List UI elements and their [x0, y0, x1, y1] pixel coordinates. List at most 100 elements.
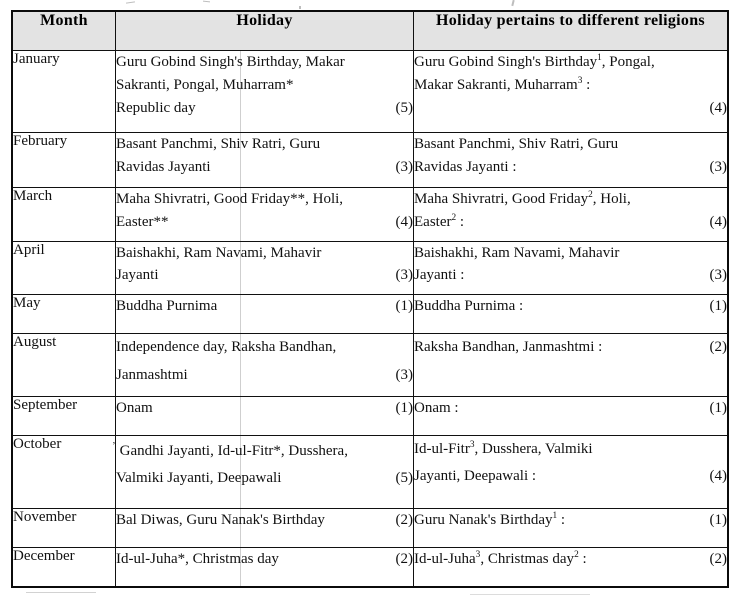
holiday-line: Bal Diwas, Guru Nanak's Birthday (2) [116, 509, 413, 532]
cell-month: November [11, 507, 116, 548]
cell-religions: Id-ul-Juha3, Christmas day2 : (2) [413, 546, 729, 588]
holiday-line: Basant Panchmi, Shiv Ratri, Guru [116, 135, 321, 152]
religions-count: (4) [709, 99, 728, 116]
religions-line: Id-ul-Juha3, Christmas day2 : (2) [414, 548, 727, 571]
holiday-count: (5) [395, 470, 414, 487]
holiday-line: Ravidas Jayanti (3) [116, 156, 413, 179]
cell-religions: Maha Shivratri, Good Friday2, Holi, Easte… [413, 187, 729, 242]
ink-tick-icon: ’ [112, 439, 116, 452]
religions-line: Maha Shivratri, Good Friday2, Holi, [414, 190, 631, 208]
scan-artifact [202, 0, 211, 3]
cell-month: September [11, 395, 116, 436]
cell-holiday: ’ Gandhi Jayanti, Id-ul-Fitr*, Dusshera, V… [112, 434, 414, 509]
table-row: February Basant Panchmi, Shiv Ratri, Guru… [11, 131, 729, 189]
holiday-count: (1) [395, 298, 414, 315]
religions-line: Raksha Bandhan, Janmashtmi : (2) [414, 334, 727, 362]
religions-line: Basant Panchmi, Shiv Ratri, Guru [414, 135, 619, 152]
holiday-line: Buddha Purnima (1) [116, 295, 413, 318]
holiday-line: ’ Gandhi Jayanti, Id-ul-Fitr*, Dusshera, [112, 439, 348, 459]
cell-holiday: Bal Diwas, Guru Nanak's Birthday (2) [115, 507, 414, 548]
footnote-marker: 3 [577, 75, 583, 86]
holiday-table: Month Holiday Holiday pertains to differ… [11, 10, 729, 588]
cell-month: January [11, 50, 116, 133]
table-row: March Maha Shivratri, Good Friday**, Holi… [11, 187, 729, 242]
footnote-marker: 1 [552, 510, 558, 521]
cell-month: August [11, 332, 116, 397]
column-header-month: Month [11, 10, 116, 51]
holiday-table-container: Month Holiday Holiday pertains to differ… [11, 10, 729, 588]
cell-holiday: Independence day, Raksha Bandhan, Janmash… [115, 332, 414, 397]
header-row: Month Holiday Holiday pertains to differ… [11, 10, 729, 51]
holiday-line: Id-ul-Juha*, Christmas day (2) [116, 548, 413, 571]
holiday-line: Onam (1) [116, 397, 413, 420]
cell-month: October [11, 434, 116, 509]
cell-religions: Guru Gobind Singh's Birthday1, Pongal, Ma… [413, 50, 729, 133]
holiday-count: (2) [395, 550, 414, 567]
holiday-count: (3) [395, 267, 414, 284]
table-row: May Buddha Purnima (1) Buddha Purnima : (1) [11, 294, 729, 334]
religions-line: Baishakhi, Ram Navami, Mahavir [414, 244, 620, 261]
cell-religions: Buddha Purnima : (1) [413, 294, 729, 334]
table-row: November Bal Diwas, Guru Nanak's Birthday… [11, 507, 729, 548]
footnote-marker: 2 [451, 213, 457, 224]
religions-count: (4) [709, 468, 728, 485]
religions-line: Onam : (1) [414, 397, 727, 420]
cell-holiday: Basant Panchmi, Shiv Ratri, Guru Ravidas … [115, 131, 414, 189]
religions-line: Buddha Purnima : (1) [414, 295, 727, 318]
religions-line: Jayanti : (3) [414, 264, 727, 287]
cell-holiday: Id-ul-Juha*, Christmas day (2) [115, 546, 414, 588]
religions-count: (3) [709, 158, 728, 175]
scan-artifact [511, 0, 515, 7]
cell-holiday: Buddha Purnima (1) [115, 294, 414, 334]
religions-count: (1) [709, 399, 728, 416]
religions-line: Guru Gobind Singh's Birthday1, Pongal, [414, 53, 655, 70]
religions-line: Guru Nanak's Birthday1 : (1) [414, 509, 727, 532]
holiday-line: Janmashtmi (3) [116, 362, 413, 390]
scan-artifact [26, 592, 96, 593]
table-row: January Guru Gobind Singh's Birthday, Mak… [11, 50, 729, 133]
holiday-count: (1) [395, 399, 414, 416]
cell-holiday: Guru Gobind Singh's Birthday, Makar Sakra… [115, 50, 414, 133]
cell-religions: Baishakhi, Ram Navami, Mahavir Jayanti :(… [413, 240, 729, 296]
cell-month: May [11, 294, 116, 334]
religions-count: (4) [709, 214, 728, 231]
table-header: Month Holiday Holiday pertains to differ… [11, 10, 729, 51]
holiday-line: Independence day, Raksha Bandhan, [116, 338, 337, 355]
scan-artifact [125, 1, 136, 4]
holiday-count: (2) [395, 511, 414, 528]
cell-religions: Guru Nanak's Birthday1 : (1) [413, 507, 729, 548]
religions-line: Makar Sakranti, Muharram3 : [414, 75, 591, 93]
religions-count: (3) [709, 267, 728, 284]
cell-religions: Raksha Bandhan, Janmashtmi : (2) [413, 332, 729, 397]
footnote-marker: 2 [588, 190, 593, 201]
cell-holiday: Baishakhi, Ram Navami, Mahavir Jayanti (3) [115, 240, 414, 296]
holiday-line: Jayanti (3) [116, 264, 413, 287]
table-row: October’ Gandhi Jayanti, Id-ul-Fitr*, Dus… [11, 434, 729, 509]
table-body: January Guru Gobind Singh's Birthday, Mak… [11, 50, 729, 588]
footnote-marker: 1 [597, 53, 602, 63]
holiday-count: (3) [395, 366, 414, 383]
scan-artifact [299, 6, 301, 9]
cell-religions: Onam : (1) [413, 395, 729, 436]
cell-holiday: Onam (1) [115, 395, 414, 436]
holiday-count: (4) [395, 214, 414, 231]
cell-month: February [11, 131, 116, 189]
holiday-line: Guru Gobind Singh's Birthday, Makar [116, 54, 345, 70]
cell-religions: Id-ul-Fitr3, Dusshera, Valmiki Jayanti, D… [413, 434, 729, 509]
holiday-line: Maha Shivratri, Good Friday**, Holi, [116, 191, 344, 208]
cell-month: April [11, 240, 116, 296]
scan-artifact [470, 594, 590, 595]
religions-line: Ravidas Jayanti : (3) [414, 156, 727, 179]
table-row: August Independence day, Raksha Bandhan, J… [11, 332, 729, 397]
column-header-holiday: Holiday [115, 10, 414, 51]
holiday-count: (3) [395, 158, 414, 175]
holiday-line: Sakranti, Pongal, Muharram* [116, 76, 294, 93]
cell-month: December [11, 546, 116, 588]
cell-month: March [11, 187, 116, 242]
footnote-marker: 3 [475, 549, 481, 560]
holiday-line: Republic day (5) [116, 97, 413, 120]
footnote-marker: 3 [469, 439, 475, 450]
religions-count: (1) [709, 511, 728, 528]
holiday-line: Baishakhi, Ram Navami, Mahavir [116, 244, 322, 261]
religions-count: (1) [709, 298, 728, 315]
